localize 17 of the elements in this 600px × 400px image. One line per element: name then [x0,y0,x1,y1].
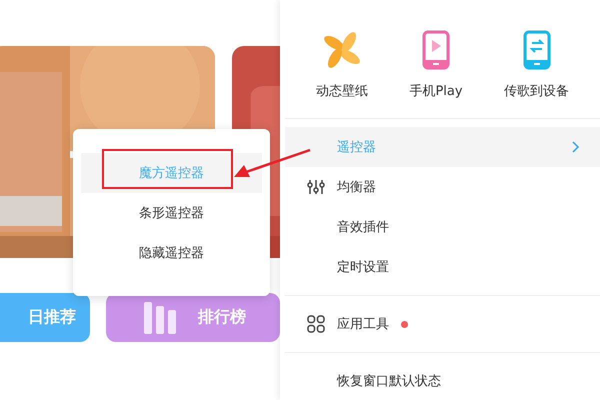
menu-item[interactable]: 应用工具 [285,304,600,344]
menu-item[interactable]: 定时设置 [285,247,600,287]
menu-item[interactable]: 音效插件 [285,207,600,247]
equalizer-icon [307,179,325,195]
submenu-item[interactable]: 条形遥控器 [81,193,262,233]
tool-button[interactable]: 动态壁纸 [316,30,368,100]
phone-transfer-icon [522,30,551,70]
notification-dot [401,320,408,328]
tool-button[interactable]: 手机Play [409,30,463,100]
menu-item[interactable]: 均衡器 [285,167,600,207]
menu-item[interactable]: 恢复窗口默认状态 [285,361,600,400]
tool-button[interactable]: 传歌到设备 [504,30,570,100]
submenu-item[interactable]: 隐藏遥控器 [81,233,262,273]
phone-play-icon [422,30,450,70]
grid-icon [307,315,325,333]
pinwheel-icon [322,30,362,70]
chevron-right-icon [572,141,580,153]
